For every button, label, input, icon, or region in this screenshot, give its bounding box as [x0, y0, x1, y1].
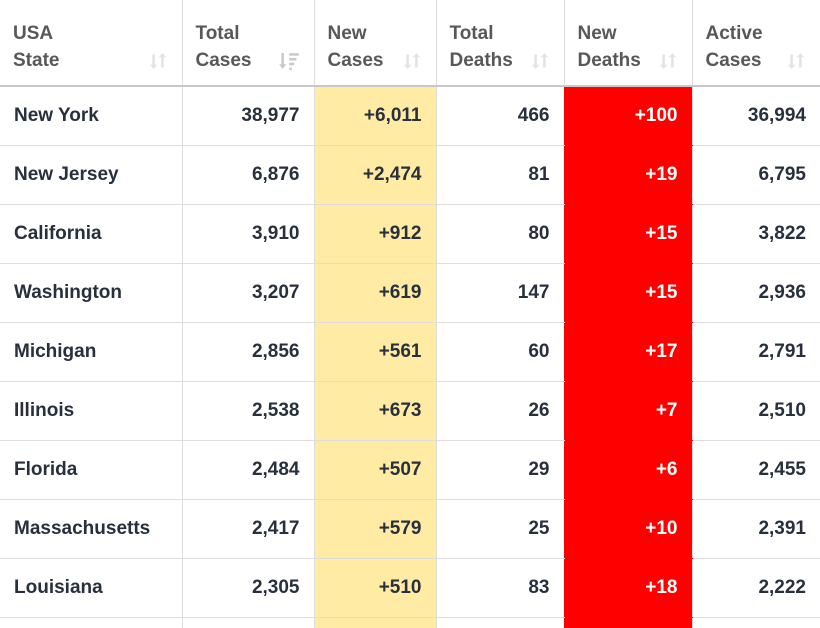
sort-both-icon[interactable]: [147, 50, 169, 72]
cell-new-deaths: +17: [563, 322, 692, 382]
table-row[interactable]: California 3,910 +912 80 +15 3,822: [0, 204, 820, 264]
column-header-state-line2: State: [13, 50, 60, 72]
column-header-total-cases[interactable]: Total Cases: [181, 0, 314, 87]
cell-new-cases: [313, 617, 436, 628]
table-header-row: USA State Total Cases New Cases Total De…: [0, 0, 820, 87]
cell-total-cases: 2,856: [181, 322, 314, 382]
cell-state: Massachusetts: [0, 499, 182, 559]
cell-active-cases: 36,994: [691, 86, 820, 146]
sort-desc-icon[interactable]: [277, 50, 301, 72]
cell-total-deaths: 60: [435, 322, 564, 382]
cell-new-cases: +6,011: [313, 86, 436, 146]
column-header-active-cases[interactable]: Active Cases: [691, 0, 820, 87]
cell-total-deaths: 29: [435, 440, 564, 500]
cell-total-deaths: 26: [435, 381, 564, 441]
cell-active-cases: 2,455: [691, 440, 820, 500]
cell-new-deaths: +100: [563, 86, 692, 146]
column-header-new-cases[interactable]: New Cases: [313, 0, 436, 87]
cell-new-deaths: +18: [563, 558, 692, 618]
cell-active-cases: 6,795: [691, 145, 820, 205]
table-row[interactable]: New Jersey 6,876 +2,474 81 +19 6,795: [0, 145, 820, 205]
cell-state: Illinois: [0, 381, 182, 441]
column-header-total-deaths-line1: Total: [449, 23, 494, 45]
cell-new-cases: +510: [313, 558, 436, 618]
table-row[interactable]: Michigan 2,856 +561 60 +17 2,791: [0, 322, 820, 382]
cell-new-cases: +579: [313, 499, 436, 559]
table-row[interactable]: Louisiana 2,305 +510 83 +18 2,222: [0, 558, 820, 618]
cell-new-deaths: +7: [563, 381, 692, 441]
cell-active-cases: 3,822: [691, 204, 820, 264]
cell-total-cases: 2,484: [181, 440, 314, 500]
column-header-new-deaths[interactable]: New Deaths: [563, 0, 692, 87]
cell-active-cases: 2,510: [691, 381, 820, 441]
cell-total-cases: 3,207: [181, 263, 314, 323]
sort-both-icon[interactable]: [529, 50, 551, 72]
cell-new-deaths: +6: [563, 440, 692, 500]
column-header-new-cases-line2: Cases: [327, 50, 384, 72]
cell-active-cases: 2,391: [691, 499, 820, 559]
table-row[interactable]: Massachusetts 2,417 +579 25 +10 2,391: [0, 499, 820, 559]
column-header-active-cases-line2: Cases: [705, 50, 762, 72]
cell-new-cases: +507: [313, 440, 436, 500]
cell-state: [0, 617, 182, 628]
cell-active-cases: 2,222: [691, 558, 820, 618]
cell-total-deaths: 81: [435, 145, 564, 205]
cell-new-deaths: +10: [563, 499, 692, 559]
sort-both-icon[interactable]: [785, 50, 807, 72]
cell-total-deaths: 25: [435, 499, 564, 559]
cell-total-deaths: [435, 617, 564, 628]
usa-state-covid-table: USA State Total Cases New Cases Total De…: [0, 0, 820, 628]
table-row[interactable]: [0, 617, 820, 628]
sort-both-icon[interactable]: [657, 50, 679, 72]
cell-active-cases: 2,936: [691, 263, 820, 323]
cell-new-cases: +912: [313, 204, 436, 264]
column-header-state-line1: USA: [13, 23, 54, 45]
column-header-active-cases-line1: Active: [705, 23, 763, 45]
cell-active-cases: 2,791: [691, 322, 820, 382]
cell-new-deaths: +15: [563, 263, 692, 323]
cell-total-deaths: 147: [435, 263, 564, 323]
cell-new-cases: +561: [313, 322, 436, 382]
cell-new-cases: +619: [313, 263, 436, 323]
table-row[interactable]: Washington 3,207 +619 147 +15 2,936: [0, 263, 820, 323]
cell-total-deaths: 80: [435, 204, 564, 264]
column-header-state[interactable]: USA State: [0, 0, 182, 87]
cell-total-cases: 2,417: [181, 499, 314, 559]
cell-new-deaths: +19: [563, 145, 692, 205]
cell-total-cases: [181, 617, 314, 628]
cell-state: New Jersey: [0, 145, 182, 205]
cell-active-cases: [691, 617, 820, 628]
column-header-total-deaths-line2: Deaths: [449, 50, 513, 72]
cell-state: Michigan: [0, 322, 182, 382]
cell-new-cases: +673: [313, 381, 436, 441]
table-row[interactable]: Florida 2,484 +507 29 +6 2,455: [0, 440, 820, 500]
cell-state: Louisiana: [0, 558, 182, 618]
column-header-total-cases-line1: Total: [195, 23, 240, 45]
table-body: New York 38,977 +6,011 466 +100 36,994 N…: [0, 86, 820, 628]
cell-total-deaths: 466: [435, 86, 564, 146]
cell-new-deaths: +15: [563, 204, 692, 264]
cell-total-cases: 2,305: [181, 558, 314, 618]
column-header-new-deaths-line2: Deaths: [577, 50, 641, 72]
cell-new-cases: +2,474: [313, 145, 436, 205]
table-header: USA State Total Cases New Cases Total De…: [0, 0, 820, 87]
cell-state: New York: [0, 86, 182, 146]
column-header-total-deaths[interactable]: Total Deaths: [435, 0, 564, 87]
cell-total-cases: 6,876: [181, 145, 314, 205]
column-header-total-cases-line2: Cases: [195, 50, 252, 72]
cell-state: California: [0, 204, 182, 264]
cell-state: Washington: [0, 263, 182, 323]
cell-total-cases: 38,977: [181, 86, 314, 146]
column-header-new-cases-line1: New: [327, 23, 367, 45]
column-header-new-deaths-line1: New: [577, 23, 617, 45]
cell-total-cases: 2,538: [181, 381, 314, 441]
covid-table-container: USA State Total Cases New Cases Total De…: [0, 0, 820, 628]
sort-both-icon[interactable]: [401, 50, 423, 72]
table-row[interactable]: New York 38,977 +6,011 466 +100 36,994: [0, 86, 820, 146]
cell-total-cases: 3,910: [181, 204, 314, 264]
cell-total-deaths: 83: [435, 558, 564, 618]
table-row[interactable]: Illinois 2,538 +673 26 +7 2,510: [0, 381, 820, 441]
cell-state: Florida: [0, 440, 182, 500]
cell-new-deaths: [563, 617, 692, 628]
